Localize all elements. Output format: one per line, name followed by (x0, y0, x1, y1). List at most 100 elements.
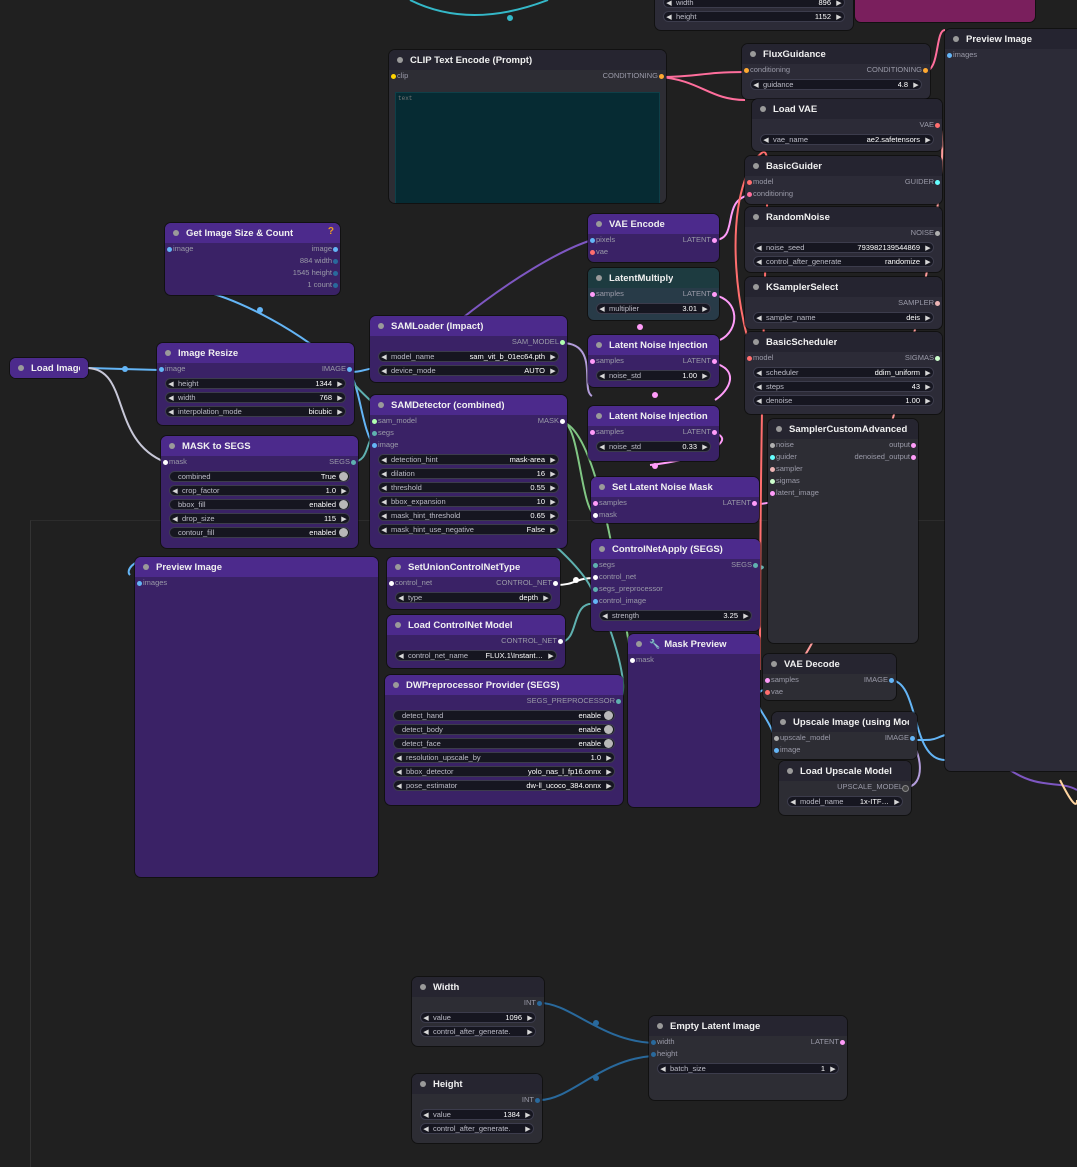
widget-value[interactable]: ◀ value 1096 ▶ (420, 1012, 536, 1023)
collapse-dot-icon[interactable] (596, 275, 602, 281)
latent-input-socket[interactable] (770, 491, 775, 496)
widget-scheduler[interactable]: ◀ scheduler ddim_uniform ▶ (753, 367, 934, 378)
clip-input-socket[interactable] (391, 74, 396, 79)
collapse-dot-icon[interactable] (657, 1023, 663, 1029)
node-header[interactable]: MASK to SEGS (161, 436, 358, 456)
upscale-model-output-socket[interactable] (902, 785, 909, 792)
node-header[interactable]: ControlNetApply (SEGS) (591, 539, 760, 559)
collapse-dot-icon[interactable] (753, 214, 759, 220)
sam-model-output-socket[interactable] (560, 340, 565, 345)
decrement-icon[interactable]: ◀ (751, 81, 761, 89)
decrement-icon[interactable]: ◀ (664, 0, 674, 7)
collapse-dot-icon[interactable] (173, 230, 179, 236)
image-input-socket[interactable] (372, 443, 377, 448)
node-sam-loader[interactable]: SAMLoader (Impact) SAM_MODEL ◀ model_name… (370, 316, 567, 382)
widget-type[interactable]: ◀ type depth ▶ (395, 592, 552, 603)
image-output-socket[interactable] (333, 247, 338, 252)
control-net-input-socket[interactable] (593, 575, 598, 580)
vae-input-socket[interactable] (765, 690, 770, 695)
collapse-dot-icon[interactable] (753, 284, 759, 290)
conditioning-input-socket[interactable] (747, 192, 752, 197)
widget-crop-factor[interactable]: ◀ crop_factor 1.0 ▶ (169, 485, 350, 496)
decrement-icon[interactable]: ◀ (597, 305, 607, 313)
int-output-socket[interactable] (537, 1001, 542, 1006)
toggle-contour-fill[interactable]: contour_fill enabled (169, 527, 350, 538)
node-clip-text-encode[interactable]: CLIP Text Encode (Prompt) clip CONDITIONI… (389, 50, 666, 203)
widget-mask-hint-threshold[interactable]: ◀ mask_hint_threshold 0.65 ▶ (378, 510, 559, 521)
increment-icon[interactable]: ▶ (335, 380, 345, 388)
images-input-socket[interactable] (947, 53, 952, 58)
decrement-icon[interactable]: ◀ (379, 498, 389, 506)
decrement-icon[interactable]: ◀ (170, 487, 180, 495)
node-upscale-image-using-model[interactable]: Upscale Image (using Model) upscale_mode… (772, 712, 917, 759)
node-magenta-partial[interactable] (855, 0, 1035, 22)
node-load-controlnet-model[interactable]: Load ControlNet Model CONTROL_NET ◀ contr… (387, 615, 565, 668)
toggle-knob-icon[interactable] (339, 472, 348, 481)
model-input-socket[interactable] (747, 180, 752, 185)
node-header[interactable]: SamplerCustomAdvanced (768, 419, 918, 439)
guider-input-socket[interactable] (770, 455, 775, 460)
node-header[interactable]: Empty Latent Image (649, 1016, 847, 1036)
toggle-detect-face[interactable]: detect_face enable (393, 738, 615, 749)
collapse-dot-icon[interactable] (165, 350, 171, 356)
widget-denoise[interactable]: ◀ denoise 1.00 ▶ (753, 395, 934, 406)
collapse-dot-icon[interactable] (378, 323, 384, 329)
vae-input-socket[interactable] (590, 250, 595, 255)
decrement-icon[interactable]: ◀ (166, 394, 176, 402)
widget-mask-hint-use-negative[interactable]: ◀ mask_hint_use_negative False ▶ (378, 524, 559, 535)
collapse-dot-icon[interactable] (143, 564, 149, 570)
increment-icon[interactable]: ▶ (546, 652, 556, 660)
node-height-primitive[interactable]: Height INT ◀ value 1384 ▶ ◀ control_after_ge… (412, 1074, 542, 1143)
guider-output-socket[interactable] (935, 180, 940, 185)
decrement-icon[interactable]: ◀ (379, 484, 389, 492)
collapse-dot-icon[interactable] (753, 339, 759, 345)
widget-height[interactable]: ◀ height 1344 ▶ (165, 378, 346, 389)
collapse-dot-icon[interactable] (397, 57, 403, 63)
segs-output-socket[interactable] (351, 460, 356, 465)
increment-icon[interactable]: ▶ (834, 0, 844, 7)
widget-model-name[interactable]: ◀ model_name sam_vit_b_01ec64.pth ▶ (378, 351, 559, 362)
decrement-icon[interactable]: ◀ (379, 526, 389, 534)
node-latent-noise-injection-2[interactable]: Latent Noise Injection samples LATENT ◀ no… (588, 406, 719, 461)
latent-output-socket[interactable] (712, 238, 717, 243)
node-get-image-size-count[interactable]: Get Image Size & Count? image image 884 w… (165, 223, 340, 295)
increment-icon[interactable]: ▶ (548, 512, 558, 520)
widget-multiplier[interactable]: ◀ multiplier 3.01 ▶ (596, 303, 711, 314)
widget-control-after-generate[interactable]: ◀ control_after_generate. ▶ (420, 1123, 534, 1134)
increment-icon[interactable]: ▶ (548, 526, 558, 534)
increment-icon[interactable]: ▶ (525, 1014, 535, 1022)
segs-preprocessor-output-socket[interactable] (616, 699, 621, 704)
collapse-dot-icon[interactable] (596, 342, 602, 348)
toggle-knob-icon[interactable] (339, 500, 348, 509)
decrement-icon[interactable]: ◀ (421, 1028, 431, 1036)
increment-icon[interactable]: ▶ (335, 408, 345, 416)
collapse-dot-icon[interactable] (420, 1081, 426, 1087)
collapse-dot-icon[interactable] (760, 106, 766, 112)
increment-icon[interactable]: ▶ (741, 612, 751, 620)
node-sampler-custom-advanced[interactable]: SamplerCustomAdvanced noise output guider… (768, 419, 918, 643)
decrement-icon[interactable]: ◀ (754, 383, 764, 391)
increment-icon[interactable]: ▶ (548, 367, 558, 375)
node-header[interactable]: Set Latent Noise Mask (591, 477, 759, 497)
collapse-dot-icon[interactable] (776, 426, 782, 432)
segs-preprocessor-input-socket[interactable] (593, 587, 598, 592)
node-header[interactable]: 🔧 Mask Preview (628, 634, 760, 654)
node-latent-multiply[interactable]: LatentMultiply samples LATENT ◀ multiplier… (588, 268, 719, 320)
conditioning-input-socket[interactable] (744, 68, 749, 73)
node-header[interactable]: Height (412, 1074, 542, 1094)
node-latent-noise-injection-1[interactable]: Latent Noise Injection samples LATENT ◀ no… (588, 335, 719, 387)
decrement-icon[interactable]: ◀ (754, 258, 764, 266)
node-ksampler-select[interactable]: KSamplerSelect SAMPLER ◀ sampler_name deis… (745, 277, 942, 329)
collapse-dot-icon[interactable] (395, 622, 401, 628)
increment-icon[interactable]: ▶ (923, 369, 933, 377)
increment-icon[interactable]: ▶ (923, 136, 933, 144)
latent-output-socket[interactable] (712, 359, 717, 364)
node-header[interactable]: DWPreprocessor Provider (SEGS) (385, 675, 623, 695)
decrement-icon[interactable]: ◀ (597, 443, 607, 451)
collapse-dot-icon[interactable] (420, 984, 426, 990)
collapse-dot-icon[interactable] (750, 51, 756, 57)
widget-detection-hint[interactable]: ◀ detection_hint mask-area ▶ (378, 454, 559, 465)
count-output-socket[interactable] (333, 283, 338, 288)
mask-input-socket[interactable] (163, 460, 168, 465)
widget-width[interactable]: ◀ width 768 ▶ (165, 392, 346, 403)
